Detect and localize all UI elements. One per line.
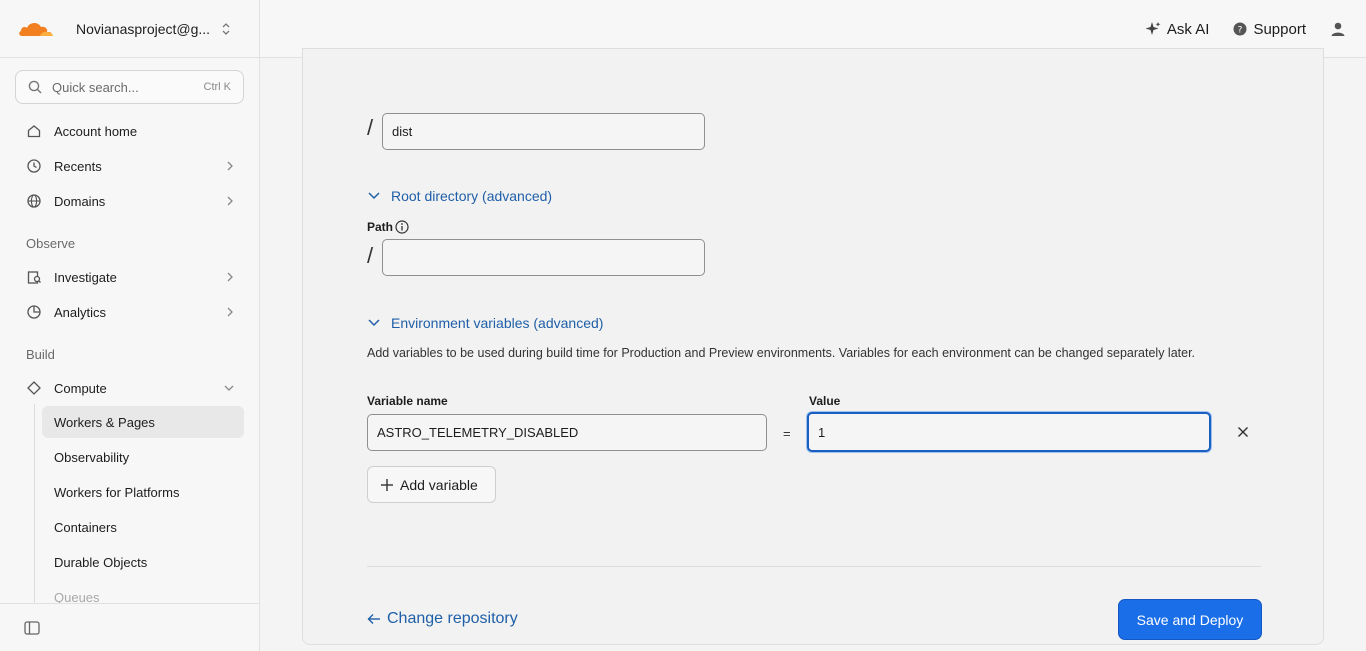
- investigate-icon: [26, 269, 42, 285]
- environment-variables-help: Add variables to be used during build ti…: [367, 346, 1196, 360]
- sidebar-item-observability[interactable]: Observability: [42, 441, 244, 473]
- account-switcher[interactable]: Novianasproject@g...: [0, 0, 260, 58]
- ask-ai-button[interactable]: Ask AI: [1145, 20, 1210, 38]
- sidebar-item-investigate[interactable]: Investigate: [16, 261, 244, 293]
- arrow-left-icon: [367, 614, 380, 624]
- value-label: Value: [809, 394, 841, 408]
- sidebar-item-durable-objects[interactable]: Durable Objects: [42, 546, 244, 578]
- user-icon[interactable]: [1330, 21, 1346, 37]
- chevron-right-icon: [226, 196, 234, 206]
- root-directory-label: Root directory (advanced): [391, 188, 553, 204]
- close-icon: [1238, 427, 1248, 437]
- sidebar-item-containers[interactable]: Containers: [42, 511, 244, 543]
- remove-variable-button[interactable]: [1237, 426, 1249, 438]
- sidebar-item-workers-pages[interactable]: Workers & Pages: [42, 406, 244, 438]
- sidebar-collapse-icon[interactable]: [24, 621, 40, 635]
- analytics-icon: [26, 304, 42, 320]
- path-label-row: Path: [367, 220, 409, 234]
- root-directory-toggle[interactable]: Root directory (advanced): [367, 188, 552, 204]
- save-and-deploy-button[interactable]: Save and Deploy: [1118, 599, 1262, 640]
- sidebar-item-label: Compute: [54, 380, 107, 396]
- ask-ai-label: Ask AI: [1166, 20, 1210, 38]
- change-repository-label: Change repository: [387, 610, 518, 627]
- chevron-right-icon: [226, 307, 234, 317]
- section-observe: Observe: [26, 236, 76, 251]
- compute-icon: [26, 380, 42, 396]
- variable-name-label: Variable name: [367, 394, 448, 408]
- root-path-input[interactable]: [382, 239, 705, 276]
- chevron-right-icon: [226, 161, 234, 171]
- sidebar-item-label: Recents: [54, 158, 102, 174]
- chevron-down-icon: [368, 319, 380, 327]
- globe-icon: [26, 193, 42, 209]
- support-label: Support: [1253, 20, 1306, 38]
- sidebar-item-compute[interactable]: Compute: [16, 372, 244, 404]
- search-icon: [28, 80, 42, 94]
- account-name: Novianasproject@g...: [76, 21, 211, 37]
- search-placeholder: Quick search...: [52, 79, 139, 95]
- sidebar-item-account-home[interactable]: Account home: [16, 115, 244, 147]
- main-content: / dist Root directory (advanced) Path / …: [260, 48, 1366, 651]
- chevron-updown-icon: [222, 23, 230, 35]
- path-prefix-slash: /: [367, 243, 374, 268]
- section-build: Build: [26, 347, 55, 362]
- path-prefix-slash: /: [367, 115, 374, 140]
- build-output-directory-input[interactable]: dist: [382, 113, 705, 150]
- variable-name-input[interactable]: ASTRO_TELEMETRY_DISABLED: [367, 414, 767, 451]
- clock-icon: [26, 158, 42, 174]
- home-icon: [26, 123, 42, 139]
- support-button[interactable]: ? Support: [1233, 21, 1306, 38]
- svg-text:?: ?: [1238, 26, 1243, 36]
- sidebar-item-recents[interactable]: Recents: [16, 150, 244, 182]
- build-settings-card: / dist Root directory (advanced) Path / …: [302, 48, 1324, 645]
- sidebar-item-label: Investigate: [54, 269, 117, 285]
- chevron-down-icon: [224, 384, 234, 392]
- change-repository-link[interactable]: Change repository: [367, 610, 518, 628]
- path-label: Path: [367, 220, 394, 234]
- sidebar-footer: [0, 603, 259, 651]
- environment-variables-toggle[interactable]: Environment variables (advanced): [367, 315, 603, 331]
- environment-variables-label: Environment variables (advanced): [391, 315, 604, 331]
- sidebar-item-analytics[interactable]: Analytics: [16, 296, 244, 328]
- sidebar-item-domains[interactable]: Domains: [16, 185, 244, 217]
- add-variable-label: Add variable: [400, 476, 478, 493]
- chevron-right-icon: [226, 272, 234, 282]
- chevron-down-icon: [368, 192, 380, 200]
- info-icon[interactable]: [395, 220, 409, 234]
- section-divider: [367, 566, 1261, 567]
- sidebar-item-label: Domains: [54, 193, 106, 209]
- variable-value-input[interactable]: 1: [807, 412, 1211, 452]
- equals-sign: =: [783, 426, 791, 441]
- add-variable-button[interactable]: Add variable: [367, 466, 496, 503]
- sidebar-item-label: Analytics: [54, 304, 107, 320]
- cloudflare-logo: [19, 22, 53, 36]
- help-circle-icon: ?: [1233, 22, 1247, 36]
- sidebar: Quick search... Ctrl K Account home Rece…: [0, 58, 260, 651]
- sidebar-item-label: Account home: [54, 123, 138, 139]
- plus-icon: [381, 478, 393, 491]
- search-shortcut: Ctrl K: [203, 81, 232, 93]
- search-input[interactable]: Quick search... Ctrl K: [15, 70, 244, 104]
- sparkle-icon: [1145, 22, 1161, 35]
- sidebar-item-workers-for-platforms[interactable]: Workers for Platforms: [42, 476, 244, 508]
